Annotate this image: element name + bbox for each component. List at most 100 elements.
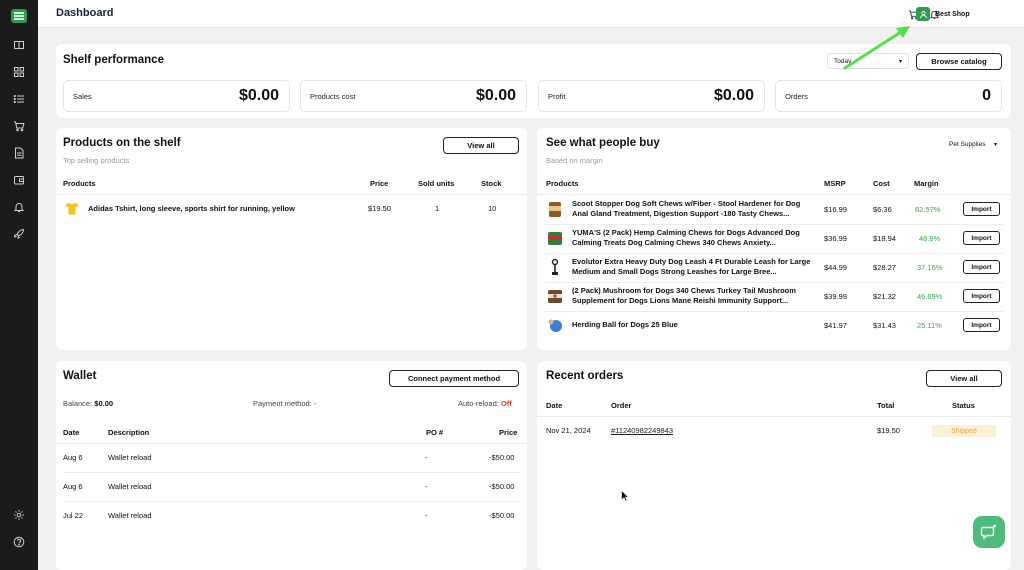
wallet-po: -: [425, 482, 428, 491]
product-margin: 48.8%: [919, 234, 941, 243]
table-row: Jul 22 Wallet reload - -$50.00: [56, 502, 527, 530]
product-cost: $6.36: [873, 205, 892, 214]
import-button[interactable]: Import: [963, 289, 1000, 303]
catalog-icon[interactable]: [11, 37, 27, 53]
product-cost: $18.94: [873, 234, 896, 243]
people-buy-subtitle: Based on margin: [546, 156, 603, 165]
chevron-down-icon: ▾: [993, 141, 997, 148]
order-total: $19.50: [877, 426, 900, 435]
table-row[interactable]: Nov 21, 2024 #11240982249843 $19.50 Ship…: [537, 417, 1011, 445]
table-row: Aug 6 Wallet reload - -$50.00: [56, 444, 527, 472]
balance-label: Balance:: [63, 399, 93, 408]
product-name: Adidas Tshirt, long sleeve, sports shirt…: [88, 204, 295, 213]
product-cost: $31.43: [873, 321, 896, 330]
col-order: Order: [611, 401, 632, 410]
col-sold-units: Sold units: [418, 179, 455, 188]
metric-label: Profit: [548, 92, 566, 101]
auto-reload[interactable]: Auto-reload: Off: [458, 399, 512, 408]
col-price: Price: [370, 179, 389, 188]
import-button[interactable]: Import: [963, 318, 1000, 332]
metric-orders: Orders 0: [775, 80, 1002, 112]
logo-icon[interactable]: [11, 9, 27, 23]
order-link[interactable]: #11240982249843: [611, 426, 673, 435]
import-button[interactable]: Import: [963, 231, 1000, 245]
metric-label: Products cost: [310, 92, 356, 101]
product-cost: $21.32: [873, 292, 896, 301]
payment-method: Payment method: -: [253, 399, 316, 408]
cart-icon[interactable]: [11, 118, 27, 134]
table-row[interactable]: Adidas Tshirt, long sleeve, sports shirt…: [56, 195, 527, 223]
connect-payment-button[interactable]: Connect payment method: [389, 370, 519, 387]
chat-button[interactable]: [973, 516, 1005, 548]
product-msrp: $16.99: [824, 205, 847, 214]
table-row[interactable]: Herding Ball for Dogs 25 Blue $41.97 $31…: [537, 311, 1011, 340]
browse-catalog-button[interactable]: Browse catalog: [916, 53, 1002, 70]
document-icon[interactable]: [11, 145, 27, 161]
col-msrp: MSRP: [824, 179, 846, 188]
table-row[interactable]: Evolutor Extra Heavy Duty Dog Leash 4 Ft…: [537, 253, 1011, 282]
product-msrp: $41.97: [824, 321, 847, 330]
metric-label: Sales: [73, 92, 92, 101]
col-stock: Stock: [481, 179, 502, 188]
product-name: Evolutor Extra Heavy Duty Dog Leash 4 Ft…: [572, 257, 811, 276]
wallet-card: Wallet Connect payment method Balance: $…: [56, 361, 527, 570]
metric-value: 0: [982, 87, 991, 104]
product-thumbnail: [548, 290, 562, 303]
product-sold: 1: [435, 204, 440, 213]
list-icon[interactable]: [11, 91, 27, 107]
mouse-cursor: [621, 490, 629, 502]
metric-value: $0.00: [238, 87, 279, 104]
wallet-title: Wallet: [63, 370, 97, 382]
wallet-price: -$50.00: [489, 482, 515, 491]
col-date: Date: [63, 428, 80, 437]
wallet-po: -: [425, 453, 428, 462]
shop-switcher[interactable]: Best Shop: [916, 5, 970, 23]
table-row[interactable]: YUMA'S (2 Pack) Hemp Calming Chews for D…: [537, 224, 1011, 253]
period-value: Today: [834, 57, 852, 65]
col-products: Products: [63, 179, 96, 188]
balance: Balance: $0.00: [63, 399, 113, 408]
metric-products-cost: Products cost $0.00: [300, 80, 527, 112]
product-margin: 62.57%: [915, 205, 941, 214]
period-select[interactable]: Today ▾: [827, 53, 909, 69]
wallet-date: Jul 22: [63, 511, 84, 520]
shop-name: Best Shop: [935, 10, 970, 18]
metric-label: Orders: [785, 92, 808, 101]
metric-sales: Sales $0.00: [63, 80, 290, 112]
shelf-performance-title: Shelf performance: [63, 54, 164, 66]
payment-label: Payment method:: [253, 399, 312, 408]
product-stock: 10: [488, 204, 497, 213]
help-icon[interactable]: [11, 534, 27, 550]
wallet-date: Aug 6: [63, 482, 83, 491]
product-price: $19.50: [368, 204, 391, 213]
view-all-products-button[interactable]: View all: [443, 137, 519, 154]
bell-icon[interactable]: [11, 199, 27, 215]
col-po: PO #: [426, 428, 444, 437]
grid-icon[interactable]: [11, 64, 27, 80]
status-badge: Shipped: [932, 425, 996, 437]
page-title: Dashboard: [56, 7, 114, 19]
people-buy-card: See what people buy Based on margin Pet …: [537, 128, 1011, 350]
product-thumbnail: [549, 202, 561, 217]
table-row[interactable]: Scoot Stopper Dog Soft Chews w/Fiber - S…: [537, 195, 1011, 224]
wallet-icon[interactable]: [11, 172, 27, 188]
user-icon: [916, 7, 930, 21]
shelf-performance-card: Shelf performance Today ▾ Browse catalog…: [56, 44, 1011, 118]
table-row[interactable]: (2 Pack) Mushroom for Dogs 340 Chews Tur…: [537, 282, 1011, 311]
import-button[interactable]: Import: [963, 260, 1000, 274]
category-select[interactable]: Pet Supplies ▾: [943, 136, 1003, 152]
product-msrp: $44.99: [824, 263, 847, 272]
wallet-description: Wallet reload: [108, 453, 152, 462]
import-button[interactable]: Import: [963, 202, 1000, 216]
metric-profit: Profit $0.00: [538, 80, 765, 112]
rocket-icon[interactable]: [11, 226, 27, 242]
product-name: YUMA'S (2 Pack) Hemp Calming Chews for D…: [572, 228, 800, 247]
wallet-date: Aug 6: [63, 453, 83, 462]
tshirt-thumbnail: [65, 202, 79, 215]
view-all-orders-button[interactable]: View all: [926, 370, 1002, 387]
chevron-down-icon: ▾: [898, 58, 902, 65]
chat-icon: [980, 524, 996, 540]
order-date: Nov 21, 2024: [546, 426, 591, 435]
category-value: Pet Supplies: [949, 140, 986, 148]
gear-icon[interactable]: [11, 507, 27, 523]
